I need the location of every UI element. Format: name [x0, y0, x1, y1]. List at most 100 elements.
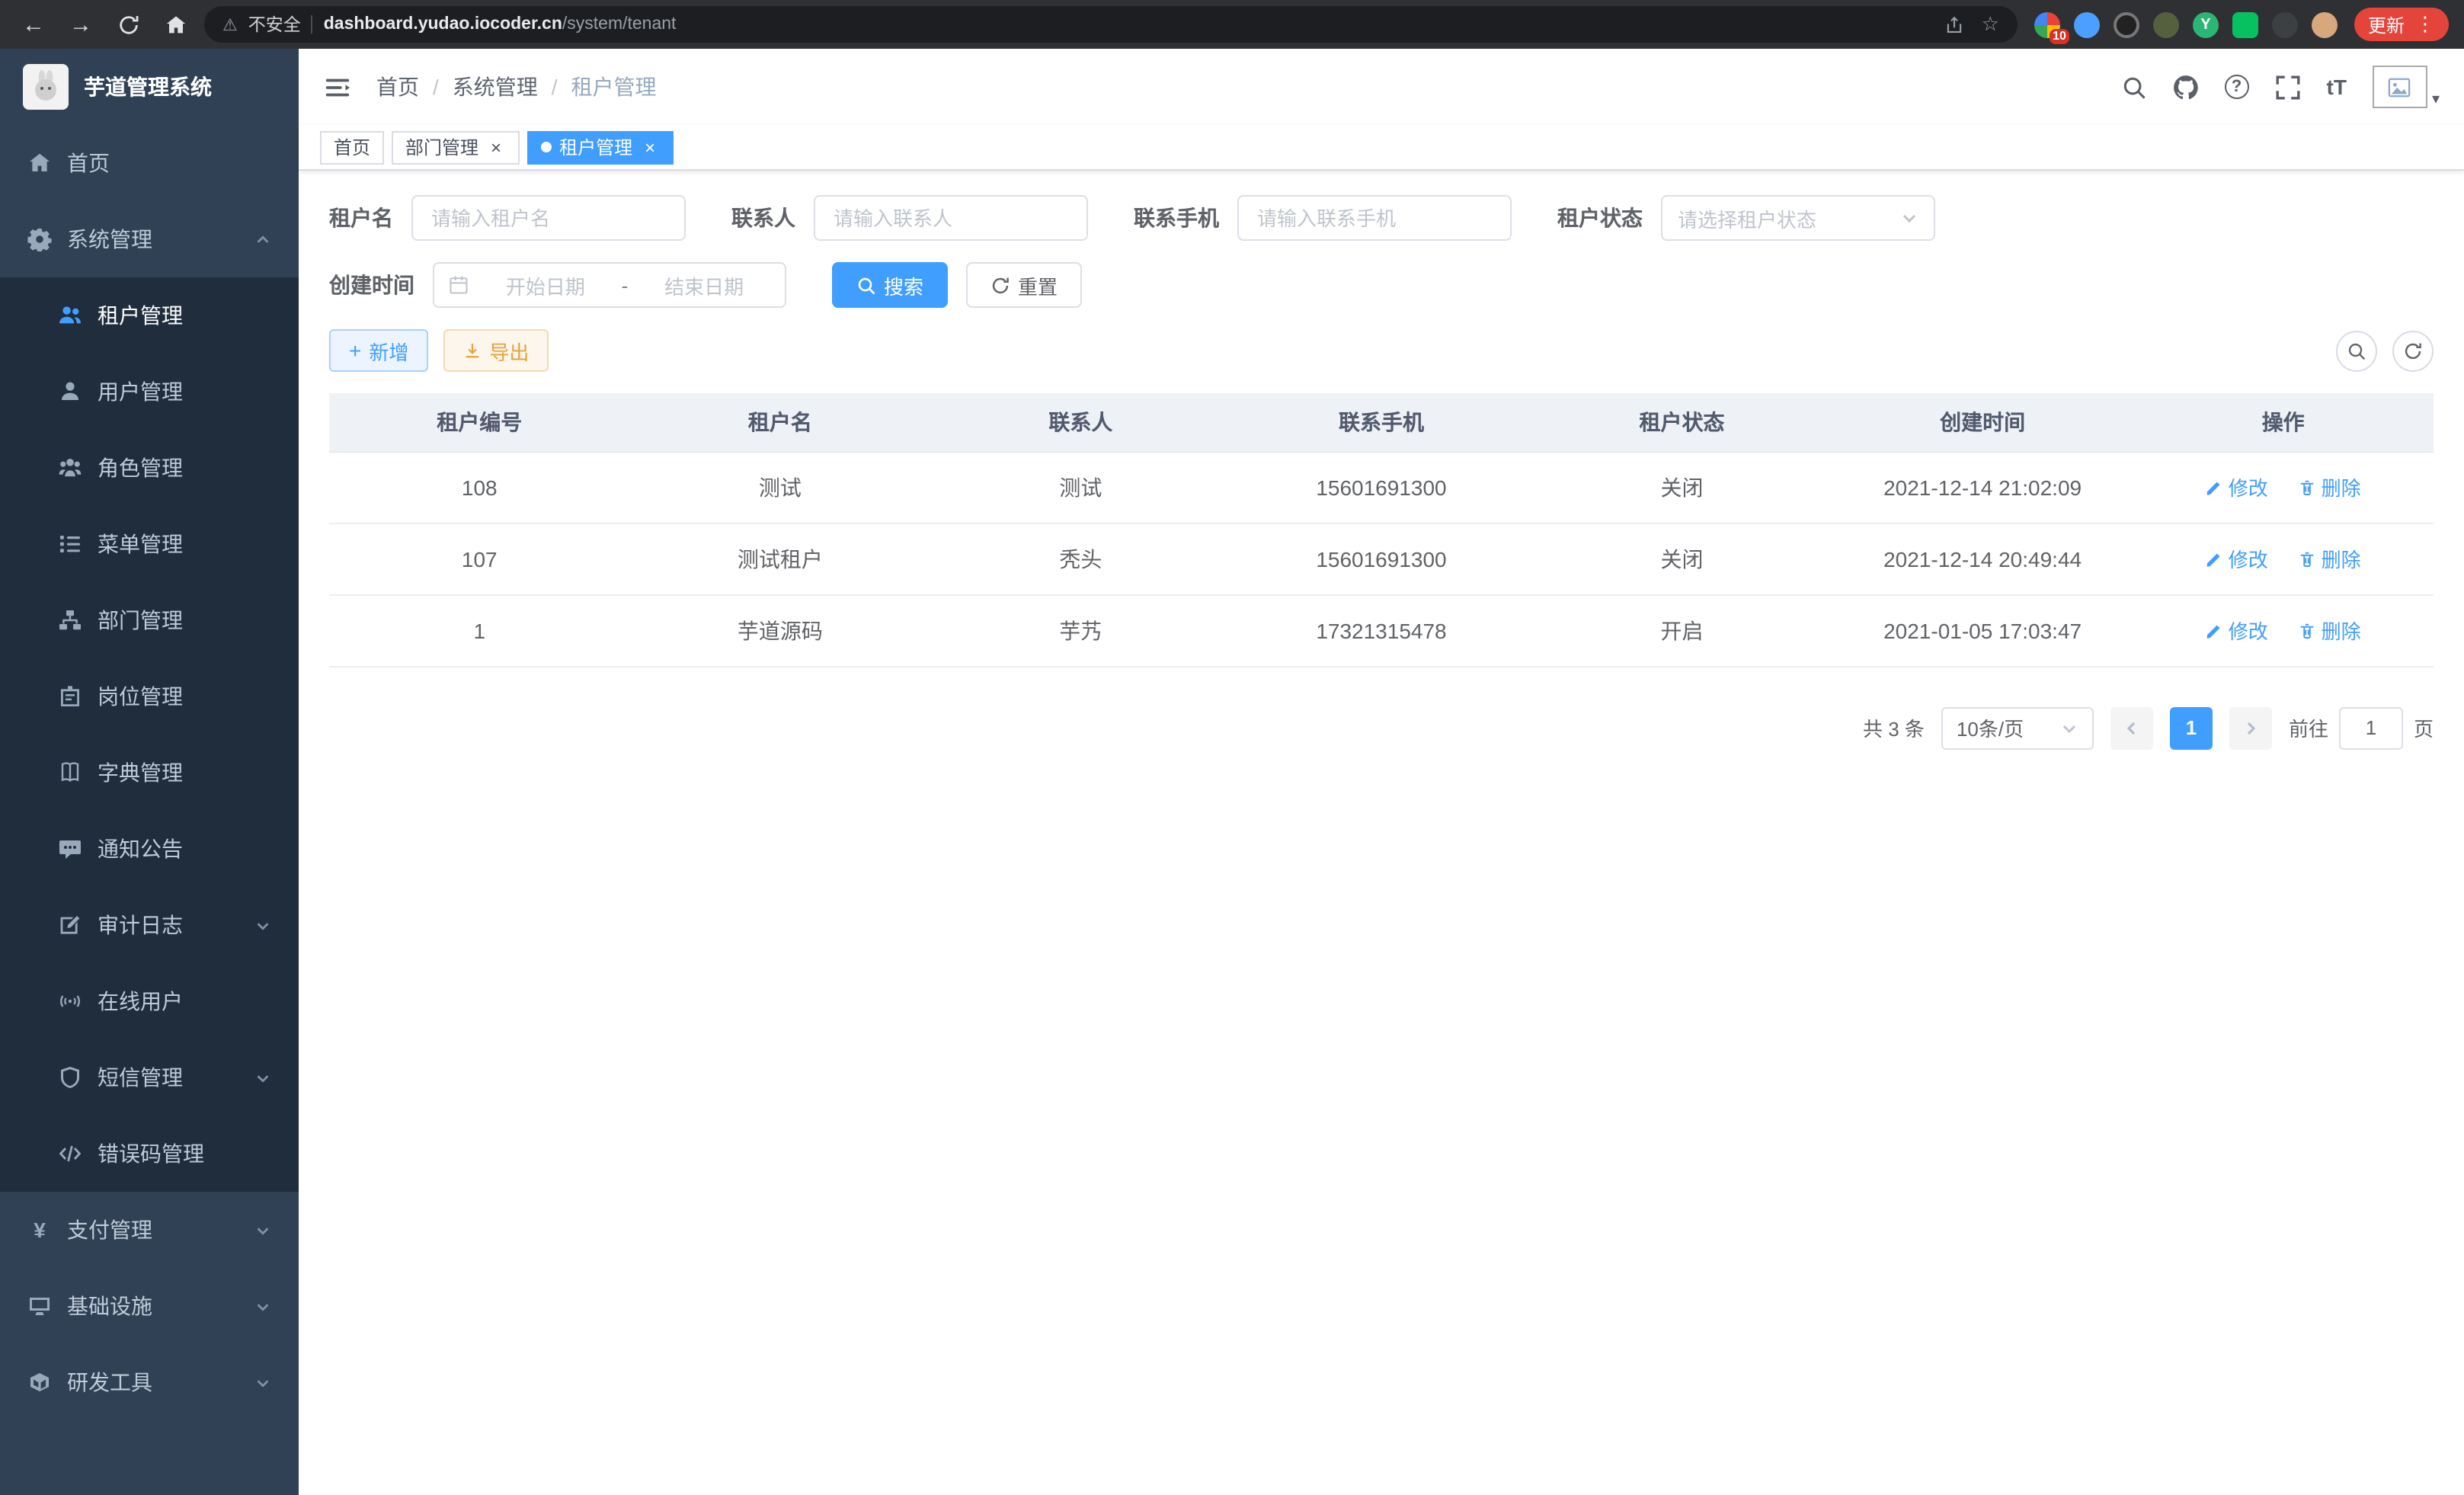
- breadcrumb-home[interactable]: 首页: [376, 72, 419, 102]
- close-icon[interactable]: ×: [486, 137, 506, 157]
- sidebar-item-post-mgmt[interactable]: 岗位管理: [0, 658, 299, 735]
- refresh-table-button[interactable]: [2392, 330, 2434, 371]
- browser-update-button[interactable]: 更新 ⋮: [2354, 8, 2449, 41]
- page-size-select[interactable]: 10条/页: [1941, 706, 2094, 749]
- sidebar-item-dict-mgmt[interactable]: 字典管理: [0, 735, 299, 811]
- sidebar-item-label: 字典管理: [98, 757, 183, 788]
- url-path: /system/tenant: [562, 15, 677, 34]
- sidebar-item-role-mgmt[interactable]: 角色管理: [0, 430, 299, 506]
- browser-home-button[interactable]: [157, 6, 194, 43]
- status-label: 租户状态: [1557, 203, 1643, 233]
- page-number-1[interactable]: 1: [2170, 706, 2213, 749]
- sidebar-item-menu-mgmt[interactable]: 菜单管理: [0, 506, 299, 582]
- avatar: [2373, 66, 2427, 108]
- sidebar-item-dept-mgmt[interactable]: 部门管理: [0, 582, 299, 658]
- sidebar-item-dev-tools[interactable]: 研发工具: [0, 1344, 299, 1420]
- tab-dept-mgmt[interactable]: 部门管理 ×: [392, 130, 520, 164]
- header-search-button[interactable]: [2121, 74, 2147, 100]
- extension-icon-blue[interactable]: [2074, 11, 2100, 37]
- pencil-icon: [2206, 549, 2224, 568]
- search-icon: [2347, 341, 2366, 360]
- sidebar-item-label: 角色管理: [98, 453, 183, 483]
- share-button[interactable]: [1945, 14, 1965, 34]
- font-size-button[interactable]: tT: [2327, 75, 2347, 99]
- sidebar-item-label: 用户管理: [98, 376, 183, 407]
- fullscreen-button[interactable]: [2275, 74, 2301, 100]
- delete-button[interactable]: 删除: [2299, 616, 2361, 645]
- sidebar-toggle-button[interactable]: [323, 72, 352, 101]
- phone-input[interactable]: [1237, 195, 1512, 241]
- edit-button[interactable]: 修改: [2206, 616, 2268, 645]
- security-label: 不安全: [248, 12, 301, 37]
- active-dot: [541, 142, 552, 152]
- breadcrumb-system-mgmt[interactable]: 系统管理: [453, 72, 538, 102]
- sidebar-logo[interactable]: 芋道管理系统: [0, 49, 299, 125]
- extension-icon-dark-ring[interactable]: [2114, 11, 2139, 37]
- extension-icon-colorful[interactable]: 10: [2034, 11, 2060, 37]
- dictionary-book-icon: [58, 760, 82, 785]
- sidebar-item-notice[interactable]: 通知公告: [0, 811, 299, 887]
- search-button[interactable]: 搜索: [832, 262, 948, 308]
- extension-icon-puzzle[interactable]: [2272, 11, 2298, 37]
- sidebar-item-audit-log[interactable]: 审计日志: [0, 887, 299, 963]
- chevron-down-icon: [254, 1069, 271, 1086]
- extension-icon-green-square[interactable]: [2232, 11, 2258, 37]
- add-button[interactable]: + 新增: [329, 329, 428, 372]
- reset-button[interactable]: 重置: [966, 262, 1082, 308]
- column-header-created: 创建时间: [1832, 393, 2133, 451]
- sidebar-item-home[interactable]: 首页: [0, 125, 299, 201]
- sidebar-item-sms-mgmt[interactable]: 短信管理: [0, 1039, 299, 1116]
- date-range-picker[interactable]: 开始日期 - 结束日期: [433, 262, 786, 308]
- logo-avatar: [23, 64, 69, 110]
- tab-tenant-mgmt[interactable]: 租户管理 ×: [527, 130, 674, 164]
- sidebar-item-user-mgmt[interactable]: 用户管理: [0, 354, 299, 430]
- status-select[interactable]: 请选择租户状态: [1661, 195, 1935, 241]
- search-button-label: 搜索: [884, 271, 923, 299]
- sidebar-item-system-mgmt[interactable]: 系统管理: [0, 201, 299, 277]
- filter-row-2: 创建时间 开始日期 - 结束日期 搜索: [329, 262, 2434, 308]
- extension-icon-green-y[interactable]: Y: [2193, 11, 2219, 37]
- sidebar-item-label: 短信管理: [98, 1062, 183, 1093]
- extensions-row: 10 Y: [2028, 11, 2344, 37]
- delete-button[interactable]: 删除: [2299, 544, 2361, 573]
- tenant-name-input[interactable]: [411, 195, 686, 241]
- user-avatar-menu[interactable]: ▾: [2373, 66, 2440, 108]
- goto-page-input[interactable]: [2339, 706, 2403, 749]
- sms-shield-icon: [58, 1065, 82, 1090]
- next-page-button[interactable]: [2229, 706, 2272, 749]
- browser-profile-avatar[interactable]: [2312, 11, 2338, 37]
- browser-back-button[interactable]: ←: [15, 6, 52, 43]
- browser-menu-icon[interactable]: ⋮: [2415, 12, 2435, 37]
- sidebar-item-online-users[interactable]: 在线用户: [0, 963, 299, 1039]
- sidebar-item-error-code-mgmt[interactable]: 错误码管理: [0, 1116, 299, 1192]
- notice-bubble-icon: [58, 837, 82, 861]
- prev-page-button[interactable]: [2110, 706, 2153, 749]
- sidebar-item-infrastructure[interactable]: 基础设施: [0, 1268, 299, 1344]
- extension-icon-olive[interactable]: [2153, 11, 2179, 37]
- tab-home[interactable]: 首页: [320, 130, 384, 164]
- update-label: 更新: [2368, 11, 2405, 37]
- sidebar-item-label: 通知公告: [98, 834, 183, 864]
- close-icon[interactable]: ×: [640, 137, 660, 157]
- chevron-down-icon: [254, 1298, 271, 1314]
- help-button[interactable]: ?: [2225, 75, 2249, 99]
- gear-icon: [27, 227, 52, 251]
- sidebar-item-payment-mgmt[interactable]: ¥ 支付管理: [0, 1192, 299, 1268]
- browser-forward-button[interactable]: →: [62, 6, 99, 43]
- edit-button[interactable]: 修改: [2206, 544, 2268, 573]
- share-icon: [1945, 14, 1965, 34]
- delete-button[interactable]: 删除: [2299, 472, 2361, 501]
- edit-button[interactable]: 修改: [2206, 472, 2268, 501]
- app-frame: 芋道管理系统 首页 系统管理 租户管理 用户管理: [0, 49, 2464, 1495]
- contact-input[interactable]: [814, 195, 1088, 241]
- reset-button-label: 重置: [1018, 271, 1058, 299]
- toggle-search-button[interactable]: [2336, 330, 2377, 371]
- bookmark-star-button[interactable]: ☆: [1982, 12, 1999, 37]
- cell-contact: 测试: [930, 451, 1231, 523]
- address-bar[interactable]: ⚠ 不安全 dashboard.yudao.iocoder.cn/system/…: [204, 6, 2018, 43]
- cell-phone: 15601691300: [1231, 523, 1532, 594]
- sidebar-item-tenant-mgmt[interactable]: 租户管理: [0, 277, 299, 354]
- browser-reload-button[interactable]: [110, 6, 146, 43]
- github-link[interactable]: [2173, 74, 2199, 100]
- export-button[interactable]: 导出: [443, 329, 549, 372]
